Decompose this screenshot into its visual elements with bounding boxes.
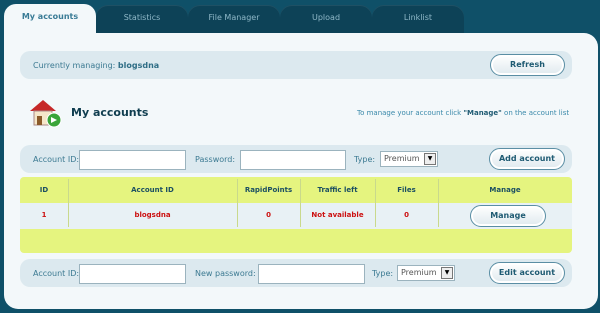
edit-account-button[interactable]: Edit account (489, 262, 565, 284)
add-account-form: Account ID: Password: Type: Premium ▼ Ad… (20, 145, 572, 173)
cell-files: 0 (404, 211, 409, 219)
add-account-button[interactable]: Add account (489, 148, 565, 170)
add-type-value: Premium (384, 154, 420, 163)
tab-my-accounts[interactable]: My accounts (4, 4, 96, 34)
edit-type-select[interactable]: Premium ▼ (397, 265, 455, 281)
managing-prefix: Currently managing: (33, 61, 116, 70)
chevron-down-icon: ▼ (424, 153, 436, 165)
header-rapidpoints: RapidPoints (244, 186, 293, 194)
manage-hint-before: To manage your account click (357, 109, 464, 117)
managing-text: Currently managing: blogsdna (33, 61, 159, 70)
header-id: ID (39, 186, 49, 194)
tab-statistics[interactable]: Statistics (96, 5, 188, 34)
edit-account-id-input[interactable] (79, 264, 186, 284)
header-manage: Manage (489, 186, 521, 194)
managing-bar: Currently managing: blogsdna Refresh (20, 51, 572, 79)
tab-upload[interactable]: Upload (280, 5, 372, 34)
add-account-id-label: Account ID: (33, 155, 80, 164)
manage-hint-bold: "Manage" (463, 109, 502, 117)
refresh-button[interactable]: Refresh (490, 54, 565, 76)
tab-linklist[interactable]: Linklist (372, 5, 464, 34)
page-title: My accounts (71, 106, 149, 119)
add-type-select[interactable]: Premium ▼ (380, 151, 438, 167)
tab-bar: My accounts Statistics File Manager Uplo… (0, 0, 600, 34)
edit-password-label: New password: (195, 269, 256, 278)
manage-hint: To manage your account click "Manage" on… (357, 109, 569, 117)
edit-account-form: Account ID: New password: Type: Premium … (20, 259, 572, 287)
tab-file-manager[interactable]: File Manager (188, 5, 280, 34)
accounts-table: ID Account ID RapidPoints Traffic left F… (20, 177, 572, 253)
edit-type-value: Premium (401, 268, 437, 277)
house-icon (30, 100, 62, 128)
header-files: Files (397, 186, 416, 194)
add-password-label: Password: (195, 155, 236, 164)
manage-hint-after: on the account list (501, 109, 570, 117)
header-account-id: Account ID (131, 186, 174, 194)
cell-rapidpoints: 0 (266, 211, 271, 219)
header-traffic-left: Traffic left (317, 186, 358, 194)
add-password-input[interactable] (240, 150, 346, 170)
managing-account: blogsdna (117, 61, 160, 70)
cell-traffic-left: Not available (311, 211, 364, 219)
add-type-label: Type: (354, 155, 376, 164)
cell-id: 1 (41, 211, 47, 219)
chevron-down-icon: ▼ (441, 267, 453, 279)
manage-button[interactable]: Manage (470, 205, 546, 227)
edit-password-input[interactable] (258, 264, 365, 284)
cell-account-id: blogsdna (134, 211, 171, 219)
edit-type-label: Type: (372, 269, 394, 278)
add-account-id-input[interactable] (79, 150, 186, 170)
edit-account-id-label: Account ID: (33, 269, 80, 278)
